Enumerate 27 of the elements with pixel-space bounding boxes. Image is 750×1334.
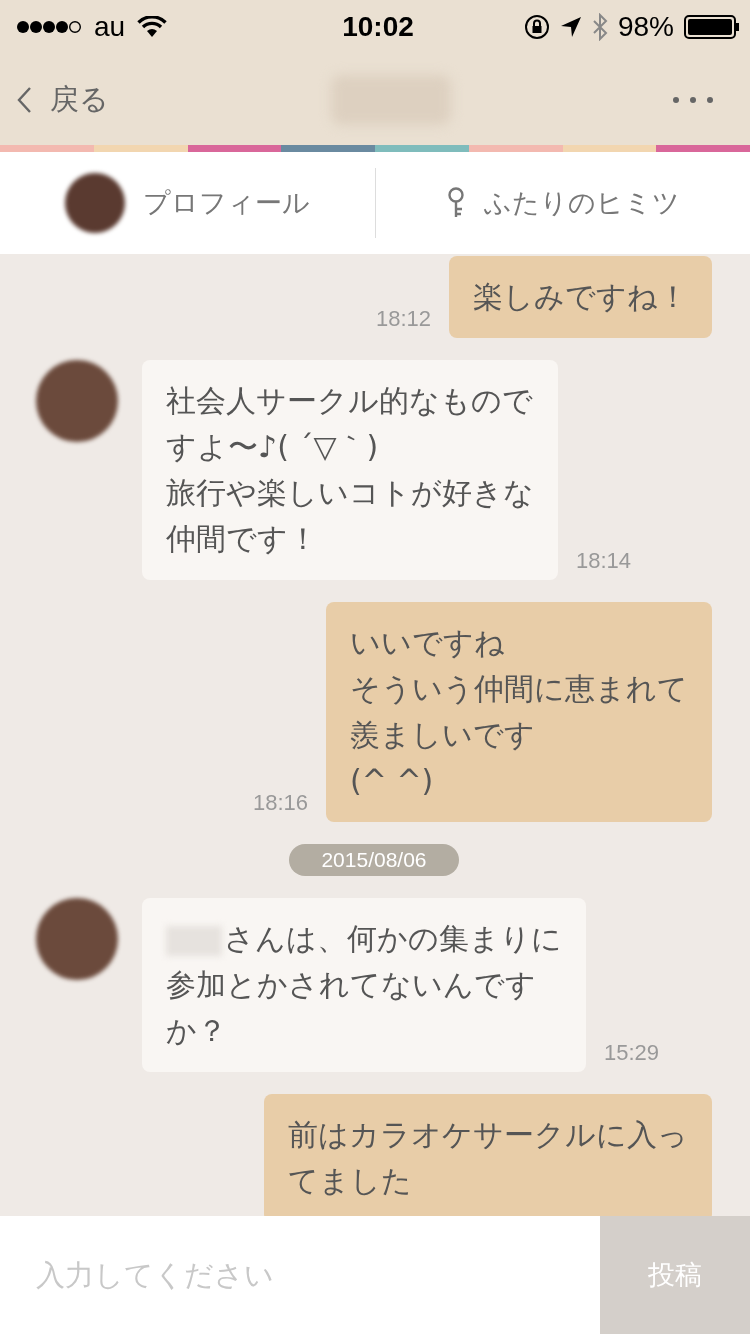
avatar bbox=[64, 173, 125, 233]
location-arrow-icon bbox=[559, 16, 582, 38]
rotation-lock-icon bbox=[523, 14, 550, 40]
bluetooth-icon bbox=[591, 13, 608, 41]
message-time: 15:29 bbox=[604, 1040, 660, 1067]
back-button[interactable]: 戻る bbox=[16, 79, 109, 120]
carrier-name: au bbox=[94, 11, 126, 43]
key-icon bbox=[445, 187, 466, 219]
sent-message: いいですね そういう仲間に恵まれて 羨ましいです (^ ^) bbox=[326, 602, 712, 822]
sent-message: 前はカラオケサークルに入っ てました bbox=[264, 1094, 712, 1216]
chevron-left-icon bbox=[16, 85, 32, 114]
status-time: 10:02 bbox=[342, 11, 414, 43]
tab[interactable]: ふたりのヒミツ bbox=[374, 168, 750, 238]
battery-percent: 98% bbox=[617, 11, 674, 43]
received-message: さんは、何かの集まりに 参加とかされてないんです か？ bbox=[142, 898, 586, 1072]
signal-icon bbox=[16, 20, 82, 34]
wifi-icon bbox=[137, 16, 168, 38]
back-label: 戻る bbox=[50, 80, 109, 118]
message-time: 18:16 bbox=[252, 790, 308, 817]
received-message: 社会人サークル的なもので すよ〜♪( ´▽｀) 旅行や楽しいコトが好きな 仲間です！ bbox=[142, 360, 558, 580]
more-icon bbox=[672, 96, 714, 104]
sent-message: 楽しみですね！ bbox=[449, 256, 712, 338]
battery-icon bbox=[684, 15, 740, 39]
message-time: 18:14 bbox=[576, 548, 632, 575]
date-separator: 2015/08/06 bbox=[289, 844, 459, 876]
message-time: 18:12 bbox=[375, 306, 431, 333]
tab[interactable]: プロフィール bbox=[0, 168, 375, 238]
